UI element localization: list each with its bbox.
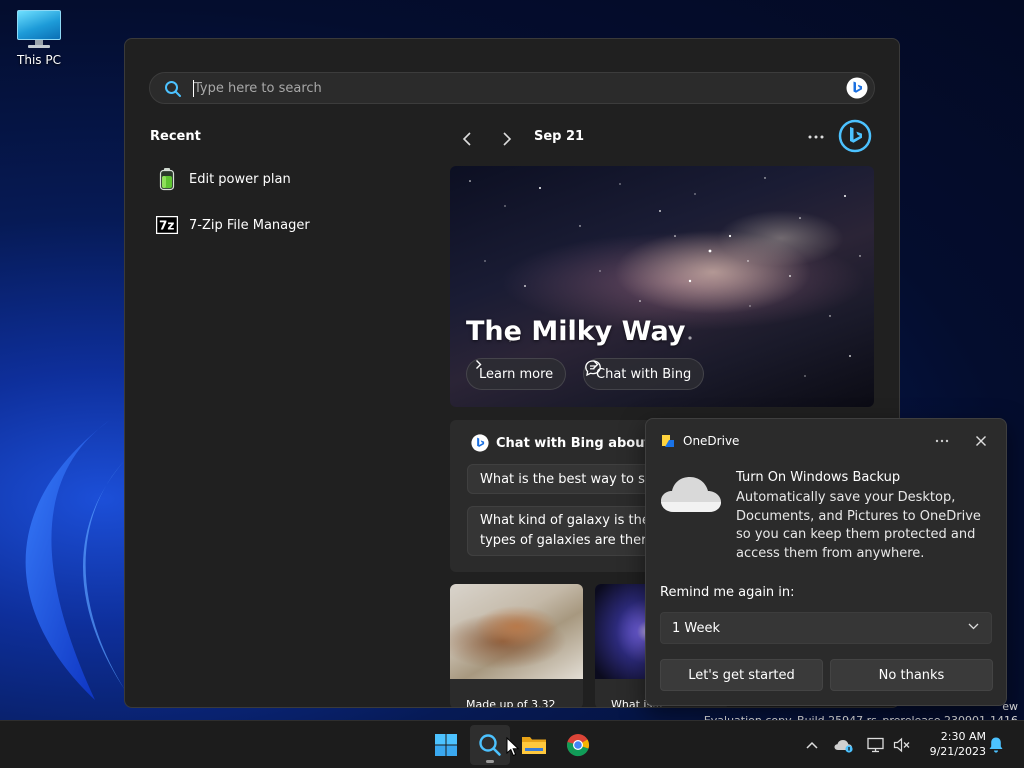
onedrive-app-icon (662, 435, 674, 447)
no-thanks-button[interactable]: No thanks (830, 659, 993, 691)
desktop-icon-label: This PC (17, 53, 61, 67)
file-explorer-button[interactable] (514, 725, 554, 765)
remind-select-value: 1 Week (672, 620, 721, 636)
chat-with-bing-button[interactable]: Chat with Bing (583, 358, 705, 390)
volume-muted-icon (893, 737, 910, 753)
display-tray-button[interactable] (866, 735, 886, 755)
search-icon (165, 81, 181, 97)
remind-select[interactable]: 1 Week (660, 612, 992, 644)
thumbnail-caption: Made up of 3.32 (466, 698, 556, 708)
desktop-icon-this-pc[interactable]: This PC (10, 8, 68, 78)
clock-time: 2:30 AM (940, 730, 986, 743)
chevron-right-icon (593, 360, 599, 369)
notifications-button[interactable] (986, 735, 1006, 755)
chevron-up-icon (806, 741, 818, 749)
chat-with-bing-label: Chat with Bing (596, 366, 692, 382)
7zip-icon: 7z (155, 213, 179, 237)
chevron-left-icon (462, 132, 471, 146)
bell-icon (989, 737, 1003, 753)
remind-label: Remind me again in: (660, 585, 795, 600)
chrome-icon (567, 734, 590, 757)
chat-card-heading: Chat with Bing about th (471, 434, 671, 452)
system-clock[interactable]: 2:30 AM 9/21/2023 (918, 729, 986, 759)
learn-more-label: Learn more (479, 366, 554, 382)
chevron-down-icon (968, 623, 979, 630)
onedrive-tray-button[interactable] (834, 735, 854, 755)
more-icon (935, 439, 949, 443)
galaxy-dust-image (450, 584, 583, 679)
notification-more-button[interactable] (932, 431, 952, 451)
cloud-icon (661, 477, 721, 512)
recent-heading: Recent (150, 129, 201, 144)
lets-get-started-button[interactable]: Let's get started (660, 659, 823, 691)
show-hidden-icons-button[interactable] (802, 735, 822, 755)
recent-item-label: Edit power plan (189, 171, 291, 187)
recent-item-label: 7-Zip File Manager (189, 217, 310, 233)
notification-close-button[interactable] (971, 431, 991, 451)
onedrive-notification: OneDrive Turn On Windows Backup Automati… (645, 418, 1007, 706)
monitor-icon (867, 737, 884, 753)
thumbnail-card-1[interactable]: Made up of 3.32 (450, 584, 583, 708)
chat-question-2-line-2: types of galaxies are there? (480, 533, 662, 548)
active-indicator (486, 760, 494, 763)
battery-icon (155, 167, 179, 191)
recent-item-7zip-file-manager[interactable]: 7z 7-Zip File Manager (155, 210, 310, 240)
notification-app-header: OneDrive (661, 434, 739, 448)
chat-question-2-line-1: What kind of galaxy is the M (480, 513, 666, 528)
more-icon (808, 135, 824, 139)
volume-tray-button[interactable] (892, 735, 912, 755)
chrome-button[interactable] (558, 725, 598, 765)
hero-card[interactable]: The Milky Way Learn more Chat with Bing (450, 166, 874, 407)
bing-chat-icon[interactable] (838, 119, 872, 153)
more-options-button[interactable] (803, 125, 829, 149)
notification-app-name: OneDrive (683, 434, 740, 448)
chevron-right-icon (503, 132, 512, 146)
search-box[interactable] (149, 72, 875, 104)
notification-title: Turn On Windows Backup (736, 470, 901, 485)
windows-logo-icon (435, 734, 457, 756)
svg-text:7z: 7z (159, 219, 174, 233)
search-input[interactable] (194, 77, 794, 99)
mouse-cursor-icon (506, 737, 520, 757)
next-button[interactable] (495, 127, 519, 151)
folder-icon (522, 737, 546, 754)
start-button[interactable] (426, 725, 466, 765)
highlight-date: Sep 21 (534, 129, 585, 144)
close-icon (976, 436, 986, 446)
notification-body: Automatically save your Desktop, Documen… (736, 490, 981, 561)
chevron-right-icon (476, 360, 482, 369)
bing-icon (471, 434, 489, 452)
recent-item-edit-power-plan[interactable]: Edit power plan (155, 164, 291, 194)
onedrive-cloud-icon (834, 740, 853, 753)
clock-date: 9/21/2023 (929, 745, 986, 758)
search-icon (479, 734, 501, 756)
taskbar-search-button[interactable] (470, 725, 510, 765)
learn-more-button[interactable]: Learn more (466, 358, 567, 390)
bing-icon[interactable] (846, 77, 868, 99)
previous-button[interactable] (455, 127, 479, 151)
hero-title: The Milky Way (466, 316, 686, 347)
monitor-icon (17, 10, 61, 48)
